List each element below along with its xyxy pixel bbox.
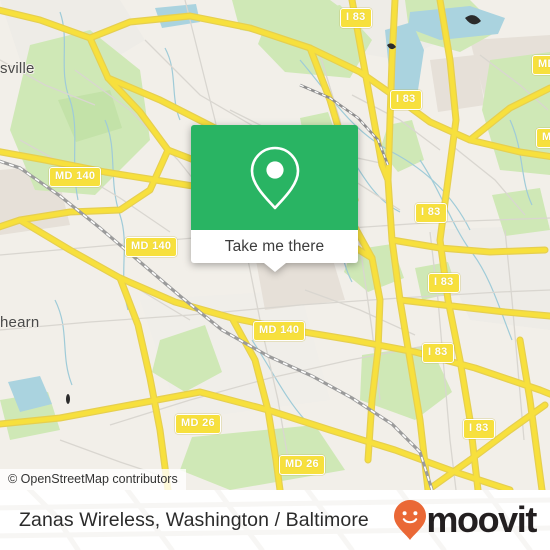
moovit-smiley-pin-icon xyxy=(394,500,427,540)
highway-shield[interactable]: MD 26 xyxy=(279,455,325,475)
osm-attribution[interactable]: © OpenStreetMap contributors xyxy=(0,469,186,490)
highway-shield[interactable]: I 83 xyxy=(390,90,422,110)
moovit-logo[interactable]: moovit xyxy=(393,499,537,541)
popup-header xyxy=(191,125,358,230)
moovit-wordmark: moovit xyxy=(426,499,537,540)
highway-shield[interactable]: MD xyxy=(536,128,550,148)
highway-shield[interactable]: MD 140 xyxy=(49,167,102,187)
highway-shield[interactable]: MD xyxy=(532,55,550,75)
place-label: hearn xyxy=(0,314,40,331)
map-canvas[interactable]: sville hearn I 83 I 83 MD 140 I 83 MD 14… xyxy=(0,0,550,490)
screenshot-root: sville hearn I 83 I 83 MD 140 I 83 MD 14… xyxy=(0,0,550,550)
highway-shield[interactable]: MD 140 xyxy=(125,237,178,257)
map-pin-icon xyxy=(250,146,299,209)
location-popup-card[interactable]: Take me there xyxy=(191,125,358,272)
highway-shield[interactable]: I 83 xyxy=(463,419,495,439)
highway-shield[interactable]: I 83 xyxy=(340,8,372,28)
take-me-there-button[interactable]: Take me there xyxy=(225,238,325,256)
popup-pointer xyxy=(263,263,286,272)
page-title: Zanas Wireless, Washington / Baltimore xyxy=(19,508,369,531)
place-label: sville xyxy=(0,60,35,77)
highway-shield[interactable]: I 83 xyxy=(428,273,460,293)
popup-action-bar[interactable]: Take me there xyxy=(191,230,358,272)
highway-shield[interactable]: I 83 xyxy=(415,203,447,223)
highway-shield[interactable]: MD 26 xyxy=(175,414,221,434)
highway-shield[interactable]: MD 140 xyxy=(253,321,306,341)
highway-shield[interactable]: I 83 xyxy=(422,343,454,363)
footer-bar: Zanas Wireless, Washington / Baltimore m… xyxy=(0,490,550,550)
